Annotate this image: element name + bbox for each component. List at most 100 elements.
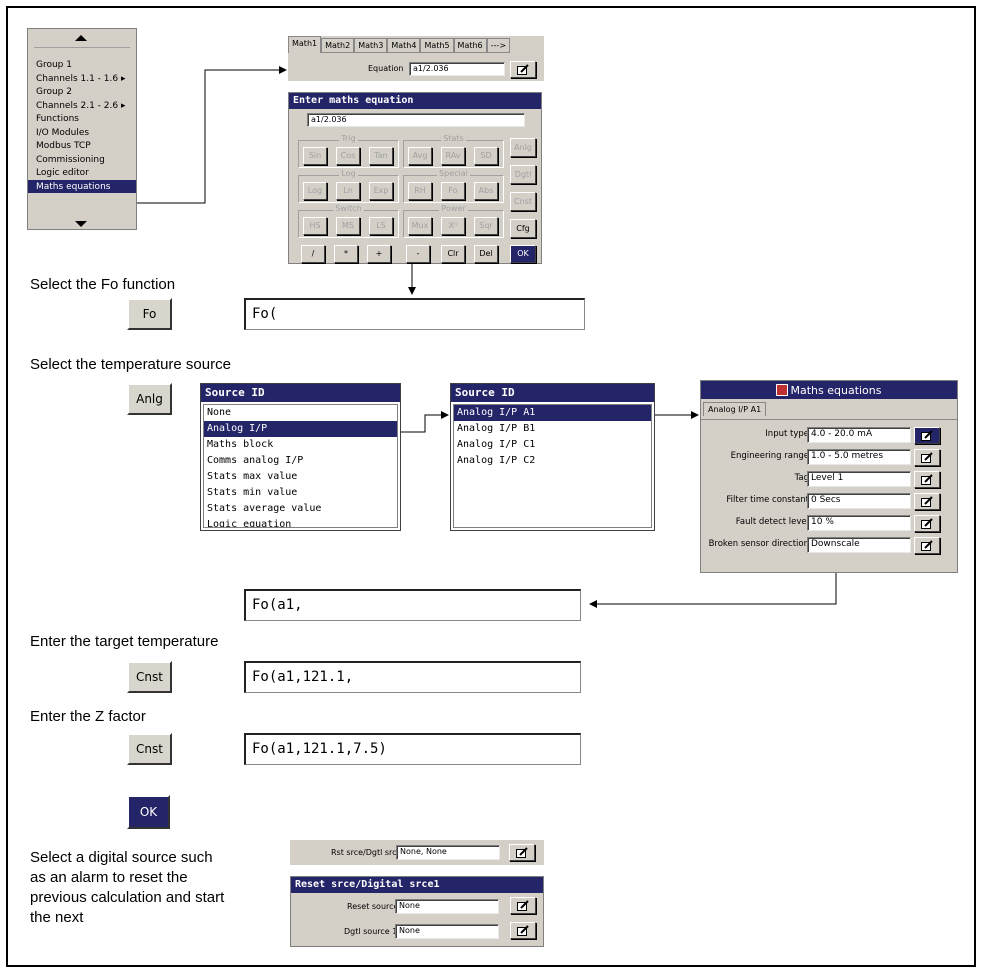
source-option-comms[interactable]: Comms analog I/P — [204, 453, 397, 469]
multiply-button[interactable]: * — [334, 245, 358, 263]
log-button[interactable]: Log — [303, 182, 327, 200]
edit-icon — [921, 452, 933, 463]
ok-step-button[interactable]: OK — [127, 795, 170, 829]
menu-item-channels1[interactable]: Channels 1.1 - 1.6 ▸ — [28, 72, 136, 86]
input-type-edit-button[interactable] — [914, 427, 940, 444]
menu-item-maths-equations[interactable]: Maths equations — [28, 179, 136, 193]
hs-button[interactable]: HS — [303, 217, 327, 235]
analog-option-b1[interactable]: Analog I/P B1 — [454, 421, 651, 437]
clear-button[interactable]: Clr — [441, 245, 465, 263]
rav-button[interactable]: RAv — [441, 147, 465, 165]
anlg-button[interactable]: Anlg — [510, 138, 536, 157]
special-group-title: Special — [437, 169, 470, 178]
edit-icon — [516, 847, 528, 858]
reset-source-edit-button[interactable] — [510, 897, 536, 914]
tan-button[interactable]: Tan — [369, 147, 393, 165]
step-target-temp-label: Enter the target temperature — [30, 633, 219, 650]
ok-button[interactable]: OK — [510, 245, 536, 263]
cnst-step-button-1[interactable]: Cnst — [127, 661, 172, 693]
fo-button[interactable]: Fo — [441, 182, 465, 200]
analog-option-c1[interactable]: Analog I/P C1 — [454, 437, 651, 453]
tag-edit-button[interactable] — [914, 471, 940, 488]
ms-button[interactable]: MS — [336, 217, 360, 235]
menu-item-logic-editor[interactable]: Logic editor — [28, 166, 136, 180]
menu-item-commissioning[interactable]: Commissioning — [28, 153, 136, 167]
divide-button[interactable]: / — [301, 245, 325, 263]
rh-button[interactable]: RH — [408, 182, 432, 200]
menu-item-modbus[interactable]: Modbus TCP — [28, 139, 136, 153]
filter-time-field[interactable]: 0 Secs — [807, 493, 911, 509]
source-option-none[interactable]: None — [204, 405, 397, 421]
tab-math6[interactable]: Math6 — [453, 38, 487, 53]
subtract-button[interactable]: - — [406, 245, 430, 263]
exp-button[interactable]: Exp — [369, 182, 393, 200]
eq-display-a1: Fo(a1, — [244, 589, 581, 621]
xn-button[interactable]: Xⁿ — [441, 217, 465, 235]
source-option-logic[interactable]: Logic equation — [204, 517, 397, 527]
analog-option-c2[interactable]: Analog I/P C2 — [454, 453, 651, 469]
ln-button[interactable]: Ln — [336, 182, 360, 200]
engineering-range-field[interactable]: 1.0 - 5.0 metres — [807, 449, 911, 465]
source-option-stats-max[interactable]: Stats max value — [204, 469, 397, 485]
ls-button[interactable]: LS — [369, 217, 393, 235]
fault-detect-edit-button[interactable] — [914, 515, 940, 532]
edit-icon — [921, 430, 933, 441]
step-digital-line-3: previous calculation and start — [30, 889, 225, 906]
add-button[interactable]: + — [367, 245, 391, 263]
dgtl-source-field[interactable]: None — [395, 924, 499, 939]
dgtl-source-edit-button[interactable] — [510, 922, 536, 939]
source-option-stats-avg[interactable]: Stats average value — [204, 501, 397, 517]
cfg-button[interactable]: Cfg — [510, 219, 536, 238]
tab-analog-a1[interactable]: Analog I/P A1 — [703, 402, 767, 416]
maths-dialog-input[interactable]: a1/2.036 — [307, 113, 525, 127]
power-group-title: Power — [439, 204, 468, 213]
tab-math5[interactable]: Math5 — [420, 38, 454, 53]
tab-more[interactable]: ---> — [486, 38, 511, 53]
menu-item-group2[interactable]: Group 2 — [28, 85, 136, 99]
switch-group: Switch HS MS LS — [298, 204, 399, 238]
maths-dialog-title: Enter maths equation — [289, 93, 541, 109]
sin-button[interactable]: Sin — [303, 147, 327, 165]
edit-equation-button[interactable] — [510, 61, 536, 78]
menu-item-functions[interactable]: Functions — [28, 112, 136, 126]
engineering-range-edit-button[interactable] — [914, 449, 940, 466]
scroll-up-icon[interactable] — [75, 35, 87, 41]
rst-srce-edit-button[interactable] — [509, 844, 535, 861]
reset-source-field[interactable]: None — [395, 899, 499, 914]
menu-item-group1[interactable]: Group 1 — [28, 58, 136, 72]
menu-item-channels2[interactable]: Channels 2.1 - 2.6 ▸ — [28, 99, 136, 113]
menu-item-io-modules[interactable]: I/O Modules — [28, 126, 136, 140]
tag-field[interactable]: Level 1 — [807, 471, 911, 487]
broken-sensor-edit-button[interactable] — [914, 537, 940, 554]
avg-button[interactable]: Avg — [408, 147, 432, 165]
abs-button[interactable]: Abs — [474, 182, 498, 200]
source-option-maths[interactable]: Maths block — [204, 437, 397, 453]
tab-math4[interactable]: Math4 — [387, 38, 421, 53]
cnst-step-button-2[interactable]: Cnst — [127, 733, 172, 765]
anlg-step-button[interactable]: Anlg — [127, 383, 172, 415]
input-type-field[interactable]: 4.0 - 20.0 mA — [807, 427, 911, 443]
rst-srce-field[interactable]: None, None — [396, 845, 500, 860]
fault-detect-field[interactable]: 10 % — [807, 515, 911, 531]
mux-button[interactable]: Mux — [408, 217, 432, 235]
tab-math1[interactable]: Math1 — [288, 36, 322, 53]
cnst-button[interactable]: Cnst — [510, 192, 536, 211]
sqr-button[interactable]: Sqr — [474, 217, 498, 235]
reset-srce-dialog: Reset srce/Digital srce1 Reset source No… — [290, 876, 544, 947]
sd-button[interactable]: SD — [474, 147, 498, 165]
cos-button[interactable]: Cos — [336, 147, 360, 165]
equation-field[interactable]: a1/2.036 — [409, 62, 505, 76]
broken-sensor-field[interactable]: Downscale — [807, 537, 911, 553]
tab-math2[interactable]: Math2 — [321, 38, 355, 53]
delete-button[interactable]: Del — [474, 245, 498, 263]
analog-option-a1[interactable]: Analog I/P A1 — [454, 405, 651, 421]
tab-math3[interactable]: Math3 — [354, 38, 388, 53]
scroll-down-icon[interactable] — [75, 221, 87, 227]
input-type-label: Input type — [765, 429, 809, 439]
filter-time-edit-button[interactable] — [914, 493, 940, 510]
source-option-stats-min[interactable]: Stats min value — [204, 485, 397, 501]
dgtl-button[interactable]: Dgtl — [510, 165, 536, 184]
edit-icon — [921, 474, 933, 485]
fo-step-button[interactable]: Fo — [127, 298, 172, 330]
source-option-analog[interactable]: Analog I/P — [204, 421, 397, 437]
